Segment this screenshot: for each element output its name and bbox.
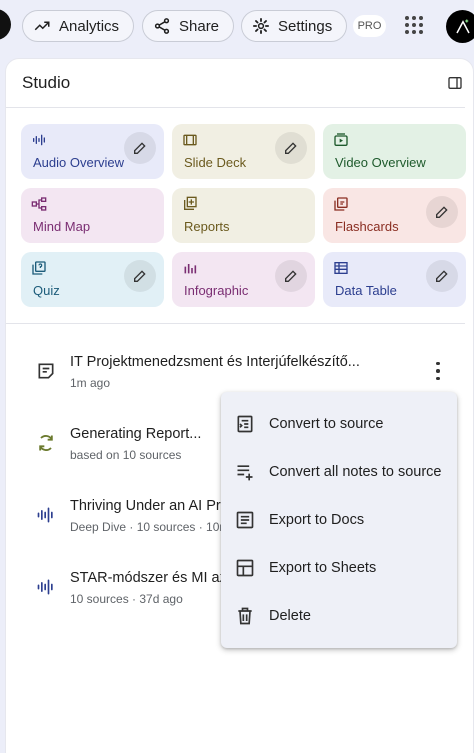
edit-button[interactable]	[124, 260, 156, 292]
tile-label: Flashcards	[335, 219, 399, 234]
pencil-icon	[285, 270, 297, 282]
docs-icon	[236, 511, 254, 529]
edit-button[interactable]	[426, 196, 458, 228]
notebook-logo[interactable]	[0, 9, 11, 40]
tile-label: Audio Overview	[33, 155, 125, 170]
note-item[interactable]: IT Projektmenedzsment és Interjúfelkészí…	[6, 346, 465, 398]
settings-label: Settings	[278, 17, 333, 35]
audio-waveform-icon	[37, 579, 53, 595]
note-subtitle: 1m ago	[70, 376, 111, 390]
slides-icon	[183, 134, 197, 146]
note-subtitle: 10 sources · 37d ago	[70, 592, 183, 606]
tile-reports[interactable]: Reports	[172, 188, 315, 243]
studio-title: Studio	[22, 73, 71, 92]
menu-item-label: Convert to source	[269, 416, 384, 432]
convert-source-icon	[237, 415, 253, 433]
menu-item-export-docs[interactable]: Export to Docs	[221, 496, 457, 544]
pencil-icon	[436, 270, 448, 282]
table-icon	[334, 262, 348, 274]
tile-label: Reports	[184, 219, 230, 234]
menu-item-label: Export to Docs	[269, 512, 365, 528]
video-icon	[334, 133, 348, 146]
pencil-icon	[134, 270, 146, 282]
pencil-icon	[134, 142, 146, 154]
quiz-icon	[32, 261, 46, 275]
trash-icon	[238, 607, 252, 625]
note-title: IT Projektmenedzsment és Interjúfelkészí…	[70, 354, 360, 370]
note-subtitle: based on 10 sources	[70, 448, 182, 462]
menu-item-label: Export to Sheets	[269, 560, 377, 576]
edit-button[interactable]	[124, 132, 156, 164]
menu-item-convert-all[interactable]: Convert all notes to source	[221, 448, 457, 496]
tile-slide-deck[interactable]: Slide Deck	[172, 124, 315, 179]
tile-label: Infographic	[184, 283, 249, 298]
top-bar: Analytics Share Settings PRO	[0, 0, 474, 52]
mind-map-icon	[31, 197, 47, 211]
avatar[interactable]	[446, 10, 474, 43]
pencil-icon	[436, 206, 448, 218]
gear-icon	[252, 17, 270, 35]
analytics-label: Analytics	[59, 17, 120, 35]
settings-button[interactable]: Settings	[241, 10, 348, 42]
note-subtitle: Deep Dive · 10 sources · 10m	[70, 520, 230, 534]
divider	[6, 107, 465, 108]
more-options-icon[interactable]	[430, 360, 446, 382]
sheets-icon	[236, 559, 254, 577]
tile-label: Mind Map	[33, 219, 91, 234]
tile-audio-overview[interactable]: Audio Overview	[21, 124, 164, 179]
tile-label: Slide Deck	[184, 155, 247, 170]
share-button[interactable]: Share	[142, 10, 235, 42]
note-context-menu: Convert to source Convert all notes to s…	[221, 392, 457, 648]
edit-button[interactable]	[426, 260, 458, 292]
collapse-panel-icon[interactable]	[447, 75, 463, 91]
menu-item-label: Convert all notes to source	[269, 464, 442, 480]
share-label: Share	[179, 17, 220, 35]
share-icon	[154, 18, 170, 34]
pro-badge: PRO	[353, 15, 386, 37]
tile-video-overview[interactable]: Video Overview	[323, 124, 466, 179]
divider	[6, 323, 465, 324]
tile-flashcards[interactable]: Flashcards	[323, 188, 466, 243]
pencil-icon	[285, 142, 297, 154]
reports-icon	[184, 196, 197, 210]
audio-waveform-icon	[33, 134, 45, 146]
tile-mind-map[interactable]: Mind Map	[21, 188, 164, 243]
tile-data-table[interactable]: Data Table	[323, 252, 466, 307]
trending-up-icon	[34, 21, 50, 31]
flashcards-icon	[334, 197, 348, 211]
edit-button[interactable]	[275, 260, 307, 292]
convert-all-icon	[237, 465, 253, 481]
apps-grid-icon[interactable]	[405, 16, 425, 36]
menu-item-delete[interactable]: Delete	[221, 592, 457, 640]
edit-button[interactable]	[275, 132, 307, 164]
menu-item-convert-to-source[interactable]: Convert to source	[221, 400, 457, 448]
note-icon	[38, 363, 54, 379]
analytics-button[interactable]: Analytics	[22, 10, 135, 42]
account-icon	[455, 19, 470, 33]
infographic-icon	[184, 264, 197, 274]
tile-label: Video Overview	[335, 155, 426, 170]
audio-waveform-icon	[37, 507, 53, 523]
tile-infographic[interactable]: Infographic	[172, 252, 315, 307]
note-title: STAR-módszer és MI az	[70, 570, 227, 586]
tile-label: Quiz	[33, 283, 60, 298]
note-title: Generating Report...	[70, 426, 202, 442]
sync-icon	[39, 435, 53, 451]
menu-item-label: Delete	[269, 608, 311, 624]
menu-item-export-sheets[interactable]: Export to Sheets	[221, 544, 457, 592]
tile-quiz[interactable]: Quiz	[21, 252, 164, 307]
tile-label: Data Table	[335, 283, 397, 298]
note-title: Thriving Under an AI Pr	[70, 498, 221, 514]
